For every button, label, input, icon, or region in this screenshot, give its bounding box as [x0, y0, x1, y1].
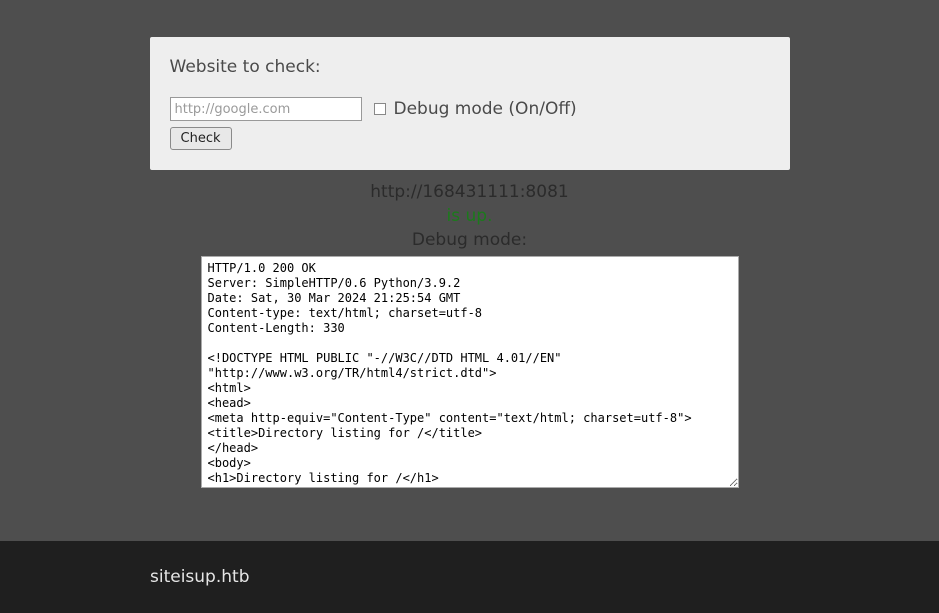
debug-output[interactable]	[201, 256, 739, 488]
footer-site: siteisup.htb	[150, 567, 250, 587]
results-area: http://168431111:8081 is up. Debug mode:	[0, 182, 939, 488]
check-form-panel: Website to check: Debug mode (On/Off) Ch…	[150, 37, 790, 170]
debug-mode-label: Debug mode:	[0, 230, 939, 250]
url-input[interactable]	[170, 97, 362, 121]
form-row: Debug mode (On/Off)	[170, 97, 770, 121]
footer: siteisup.htb	[0, 541, 939, 613]
debug-checkbox-label: Debug mode (On/Off)	[394, 99, 577, 119]
checked-url: http://168431111:8081	[0, 182, 939, 202]
debug-checkbox[interactable]	[374, 103, 386, 115]
status-text: is up.	[0, 206, 939, 226]
check-button[interactable]: Check	[170, 127, 232, 150]
debug-checkbox-wrap: Debug mode (On/Off)	[374, 99, 577, 119]
form-label: Website to check:	[170, 57, 770, 77]
